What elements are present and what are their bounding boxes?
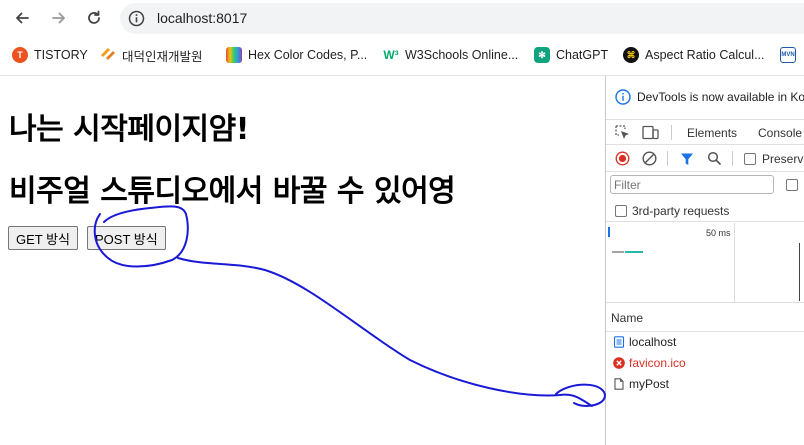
- tab-elements[interactable]: Elements: [687, 126, 737, 140]
- w3schools-icon: W³: [383, 48, 399, 62]
- bookmark-tistory[interactable]: T TISTORY: [12, 46, 88, 64]
- post-button[interactable]: POST 방식: [87, 226, 166, 250]
- network-overview-timeline[interactable]: 50 ms: [606, 223, 804, 303]
- devtools-language-banner: DevTools is now available in Kor: [606, 76, 804, 116]
- name-header-label: Name: [611, 311, 644, 325]
- file-icon: [614, 378, 624, 390]
- bookmark-hex-color[interactable]: Hex Color Codes, P...: [226, 46, 367, 64]
- document-icon: [613, 336, 625, 348]
- devtools-tabbar: Elements Console: [606, 119, 804, 145]
- third-party-row: 3rd-party requests: [606, 200, 804, 222]
- bookmarks-bar: T TISTORY 대덕인재개발원 Hex Color Codes, P... …: [0, 40, 804, 70]
- page-heading-2: 비주얼 스튜디오에서 바꿀 수 있어영: [9, 174, 456, 209]
- site-info-icon[interactable]: [128, 10, 145, 27]
- tab-console[interactable]: Console: [758, 126, 802, 140]
- preserve-log-checkbox[interactable]: [744, 153, 756, 165]
- timeline-bar: [625, 251, 643, 253]
- timeline-label: 50 ms: [706, 228, 731, 238]
- timeline-cursor: [608, 227, 610, 237]
- filter-funnel-icon[interactable]: [680, 152, 694, 166]
- invert-checkbox[interactable]: [786, 179, 798, 191]
- tistory-icon: T: [12, 47, 28, 63]
- reload-icon: [88, 10, 100, 24]
- controls-divider: [667, 151, 668, 166]
- url-text[interactable]: localhost:8017: [157, 10, 247, 26]
- browser-toolbar: localhost:8017: [0, 0, 804, 37]
- address-bar[interactable]: localhost:8017: [120, 3, 804, 34]
- reload-button[interactable]: [82, 6, 106, 30]
- banner-text: DevTools is now available in Kor: [637, 90, 804, 104]
- get-button[interactable]: GET 방식: [8, 226, 79, 250]
- bookmark-label: ChatGPT: [556, 48, 609, 62]
- third-party-label: 3rd-party requests: [632, 204, 730, 218]
- timeline-gridline: [734, 223, 735, 303]
- bookmark-label: Aspect Ratio Calcul...: [645, 48, 765, 62]
- bookmark-w3schools[interactable]: W³ W3Schools Online...: [383, 46, 518, 64]
- inspect-element-icon[interactable]: [615, 125, 630, 140]
- bookmark-chatgpt[interactable]: ✻ ChatGPT: [534, 46, 608, 64]
- request-row-localhost[interactable]: localhost: [606, 332, 804, 353]
- timeline-marker: [799, 243, 800, 301]
- request-name: myPost: [629, 377, 670, 391]
- request-row-mypost[interactable]: myPost: [606, 374, 804, 395]
- web-page: 나는 시작페이지얌! 비주얼 스튜디오에서 바꿀 수 있어영 GET 방식 PO…: [0, 76, 605, 445]
- bookmark-mvn[interactable]: MVN: [780, 46, 802, 64]
- bookmark-label: TISTORY: [34, 48, 88, 62]
- request-name: favicon.ico: [629, 356, 686, 370]
- page-heading-1: 나는 시작페이지얌!: [9, 112, 249, 147]
- chatgpt-icon: ✻: [534, 47, 550, 63]
- bookmark-ddit[interactable]: 대덕인재개발원: [100, 46, 203, 64]
- ddit-logo-icon: [100, 47, 116, 63]
- bookmark-label: 대덕인재개발원: [122, 49, 203, 64]
- request-row-favicon[interactable]: favicon.ico: [606, 353, 804, 374]
- request-name: localhost: [629, 335, 677, 349]
- timeline-bar: [612, 251, 624, 253]
- tab-divider: [671, 125, 672, 140]
- mvn-icon: MVN: [780, 47, 796, 63]
- preserve-log-label: Preserve: [762, 152, 804, 166]
- controls-divider-2: [732, 151, 733, 166]
- name-column-header[interactable]: Name: [606, 304, 804, 332]
- record-icon[interactable]: [615, 151, 630, 166]
- network-controls: Preserve: [606, 146, 804, 172]
- device-toolbar-icon[interactable]: [642, 125, 659, 140]
- devtools-panel: DevTools is now available in Kor Element…: [605, 76, 804, 445]
- back-button[interactable]: [10, 6, 34, 30]
- bookmark-label: W3Schools Online...: [405, 48, 519, 62]
- search-icon[interactable]: [707, 151, 722, 166]
- bookmark-aspect-ratio[interactable]: ⌘ Aspect Ratio Calcul...: [623, 46, 765, 64]
- filter-input[interactable]: [610, 175, 774, 194]
- info-icon: [615, 89, 631, 105]
- color-book-icon: [226, 47, 242, 63]
- arrow-left-icon: [16, 12, 29, 24]
- arrow-right-icon: [52, 12, 65, 24]
- bookmark-label: Hex Color Codes, P...: [248, 48, 368, 62]
- filter-row: [606, 173, 804, 197]
- aspect-ratio-icon: ⌘: [623, 47, 639, 63]
- forward-button[interactable]: [47, 6, 71, 30]
- error-icon: [613, 357, 625, 369]
- third-party-checkbox[interactable]: [615, 205, 627, 217]
- clear-icon[interactable]: [642, 151, 657, 166]
